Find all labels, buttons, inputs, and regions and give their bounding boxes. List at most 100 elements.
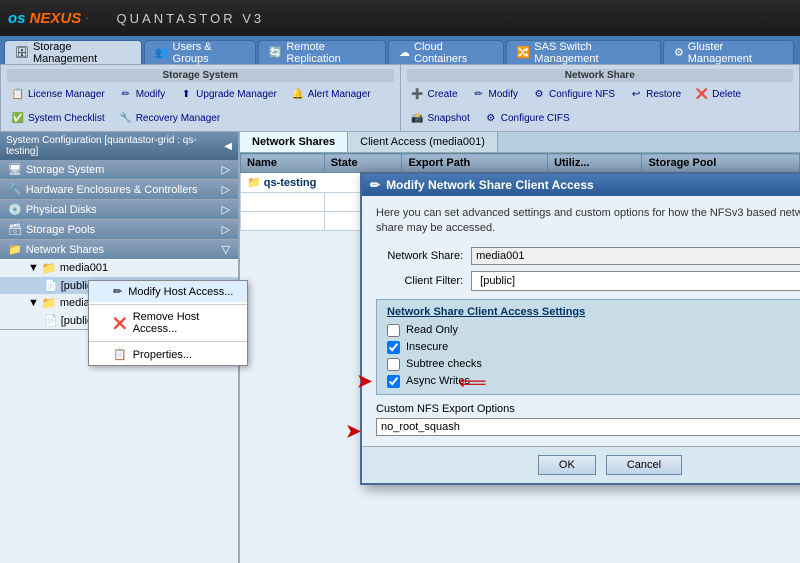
dialog-body: Here you can set advanced settings and c…: [362, 196, 800, 446]
ctx-modify-icon: ✏: [113, 285, 122, 298]
top-bar: osNEXUS · QUANTASTOR V3: [0, 0, 800, 36]
ok-button[interactable]: OK: [538, 455, 596, 475]
sidebar-storage-pools-header[interactable]: 🗃 Storage Pools ▷: [0, 220, 238, 239]
async-writes-label: Async Writes: [406, 375, 470, 387]
folder-icon-media002: 📁: [42, 296, 57, 310]
product-name: QUANTASTOR V3: [117, 11, 265, 26]
config-cifs-icon: ⚙: [484, 111, 498, 125]
restore-btn[interactable]: ↩Restore: [625, 85, 685, 103]
client-filter-field-row: Client Filter: [public]: [376, 271, 800, 291]
logo: osNEXUS: [8, 10, 81, 27]
snapshot-btn[interactable]: 📸Snapshot: [407, 109, 474, 127]
storage-pools-label: Storage Pools: [26, 224, 95, 236]
async-writes-row: ➤ Async Writes: [387, 375, 800, 388]
dialog-title: Modify Network Share Client Access: [386, 178, 594, 192]
sidebar-network-shares-header[interactable]: 📁 Network Shares ▽: [0, 240, 238, 259]
dialog-footer: OK Cancel: [362, 446, 800, 483]
disk-icon: 💿: [8, 203, 22, 216]
restore-icon: ↩: [629, 87, 643, 101]
configure-nfs-btn[interactable]: ⚙Configure NFS: [528, 85, 619, 103]
toolbar-network-title: Network Share: [407, 69, 794, 82]
snapshot-icon: 📸: [411, 111, 425, 125]
modify-system-btn[interactable]: ✏Modify: [115, 85, 169, 103]
network-share-input[interactable]: [471, 247, 800, 265]
tab-client-access[interactable]: Client Access (media001): [348, 132, 498, 152]
subtree-checkbox[interactable]: [387, 358, 400, 371]
license-manager-btn[interactable]: 📋License Manager: [7, 85, 109, 103]
logo-os: os: [8, 10, 26, 27]
triangle-icon-media002: ▼: [28, 297, 39, 309]
cancel-button[interactable]: Cancel: [606, 455, 682, 475]
tab-network-shares[interactable]: Network Shares: [240, 132, 348, 152]
gluster-tab-icon: ⚙: [674, 46, 684, 59]
read-only-checkbox[interactable]: [387, 324, 400, 337]
file-icon-public2: 📄: [44, 314, 58, 327]
section-storage-pools: 🗃 Storage Pools ▷: [0, 220, 238, 240]
custom-nfs-label: Custom NFS Export Options: [376, 403, 800, 415]
config-nfs-icon: ⚙: [532, 87, 546, 101]
tab-client-access-label: Client Access (media001): [360, 136, 485, 148]
triangle-icon-media001: ▼: [28, 262, 39, 274]
col-export: Export Path: [402, 154, 548, 173]
tab-gluster[interactable]: ⚙ Gluster Management: [663, 40, 794, 64]
tab-users[interactable]: 👥 Users & Groups: [144, 40, 256, 64]
tree-item-media001[interactable]: ▼ 📁 media001: [0, 259, 238, 277]
sidebar: System Configuration [quantastor-grid : …: [0, 132, 240, 563]
tab-storage[interactable]: 🗄 Storage Management: [4, 40, 142, 64]
upgrade-icon: ⬆: [179, 87, 193, 101]
dialog-description: Here you can set advanced settings and c…: [376, 206, 800, 237]
physical-disks-label: Physical Disks: [26, 204, 97, 216]
cloud-tab-label: Cloud Containers: [414, 41, 493, 65]
shares-icon: 📁: [8, 243, 22, 256]
hardware-label: Hardware Enclosures & Controllers: [26, 184, 198, 196]
delete-icon: ❌: [695, 87, 709, 101]
custom-nfs-input[interactable]: [376, 418, 800, 436]
checkbox-row-read-only: Read Only: [387, 324, 800, 337]
folder-icon-media001: 📁: [42, 261, 57, 275]
alert-manager-btn[interactable]: 🔔Alert Manager: [287, 85, 375, 103]
tab-cloud[interactable]: ☁ Cloud Containers: [388, 40, 504, 64]
ctx-props-icon: 📋: [113, 348, 127, 361]
ctx-properties[interactable]: 📋 Properties...: [89, 344, 240, 365]
sidebar-storage-system-header[interactable]: 🖥 Storage System ▷: [0, 160, 238, 179]
create-share-btn[interactable]: ➕Create: [407, 85, 462, 103]
ctx-divider-2: [89, 341, 240, 342]
sas-tab-label: SAS Switch Management: [534, 41, 650, 65]
cloud-tab-icon: ☁: [399, 46, 410, 59]
modify-share-icon: ✏: [472, 87, 486, 101]
ctx-modify-host[interactable]: ✏ Modify Host Access...: [89, 281, 240, 302]
configure-cifs-btn[interactable]: ⚙Configure CIFS: [480, 109, 574, 127]
expand-icon-4: ▽: [222, 243, 230, 256]
insecure-checkbox[interactable]: [387, 341, 400, 354]
sidebar-hardware-header[interactable]: 🔧 Hardware Enclosures & Controllers ▷: [0, 180, 238, 199]
file-icon-public1: 📄: [44, 279, 58, 292]
storage-system-label: Storage System: [26, 164, 104, 176]
group-icon: 📁: [247, 177, 261, 189]
delete-share-btn[interactable]: ❌Delete: [691, 85, 745, 103]
group-name: qs-testing: [264, 177, 317, 189]
modify-share-btn[interactable]: ✏Modify: [468, 85, 522, 103]
custom-nfs-section: ➤ Custom NFS Export Options: [376, 403, 800, 436]
checklist-btn[interactable]: ✅System Checklist: [7, 109, 109, 127]
sys-config-label: System Configuration [quantastor-grid : …: [6, 135, 224, 157]
expand-icon-2: ▷: [222, 203, 230, 216]
hardware-icon: 🔧: [8, 183, 22, 196]
dialog-title-icon: ✏: [370, 178, 380, 192]
async-writes-checkbox[interactable]: [387, 375, 400, 388]
license-icon: 📋: [11, 87, 25, 101]
expand-icon-0: ▷: [222, 163, 230, 176]
collapse-icon[interactable]: ◀: [224, 141, 232, 152]
tab-replication[interactable]: 🔄 Remote Replication: [258, 40, 386, 64]
read-only-label: Read Only: [406, 324, 458, 336]
sys-config-header: System Configuration [quantastor-grid : …: [0, 132, 238, 160]
section-storage-system: 🖥 Storage System ▷: [0, 160, 238, 180]
create-icon: ➕: [411, 87, 425, 101]
client-filter-select[interactable]: [public]: [471, 271, 800, 291]
tab-sas[interactable]: 🔀 SAS Switch Management: [506, 40, 661, 64]
recovery-manager-btn[interactable]: 🔧Recovery Manager: [115, 109, 224, 127]
ctx-remove-host[interactable]: ❌ Remove Host Access...: [89, 307, 240, 339]
sidebar-physical-disks-header[interactable]: 💿 Physical Disks ▷: [0, 200, 238, 219]
upgrade-manager-btn[interactable]: ⬆Upgrade Manager: [175, 85, 281, 103]
col-pool: Storage Pool: [642, 154, 800, 173]
client-filter-label: Client Filter:: [376, 275, 463, 287]
